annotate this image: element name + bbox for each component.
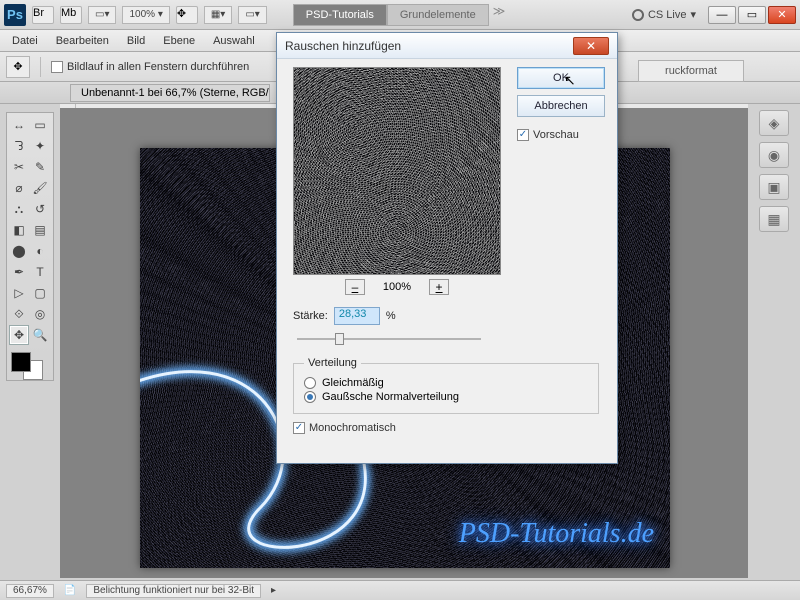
arrange-dropdown[interactable]: ▦▾ (204, 6, 232, 24)
workspace-tab-psdtutorials[interactable]: PSD-Tutorials (293, 4, 387, 26)
dodge-tool[interactable]: ◐ (30, 241, 50, 261)
blur-tool[interactable]: ⬤ (9, 241, 29, 261)
preview-label: Vorschau (533, 129, 579, 141)
add-noise-dialog: Rauschen hinzufügen ✕ OK ↖ Abbrechen Vor… (276, 32, 618, 464)
preview-zoom-value: 100% (383, 281, 411, 293)
slider-thumb[interactable] (335, 333, 344, 345)
history-brush-tool[interactable]: ↺ (30, 199, 50, 219)
foreground-color-swatch[interactable] (11, 352, 31, 372)
radio-gaussian[interactable]: Gaußsche Normalverteilung (304, 391, 588, 403)
menu-auswahl[interactable]: Auswahl (205, 33, 263, 49)
lasso-tool[interactable]: ᘊ (9, 136, 29, 156)
current-tool-icon[interactable]: ✥ (6, 56, 30, 78)
color-panel-icon[interactable]: ◉ (759, 142, 789, 168)
window-controls: — ▭ ✕ (708, 6, 796, 24)
radio-icon (304, 377, 316, 389)
radio-icon (304, 391, 316, 403)
scroll-all-label: Bildlauf in allen Fenstern durchführen (67, 61, 249, 73)
zoom-value: 100% (129, 9, 155, 20)
toolbox: ↔ ▭ ᘊ ✦ ✂ ✎ ⌀ 🖌 ⛬ ↺ ◧ ▤ ⬤ ◐ ✒ T ▷ ▢ ⟐ ◎ … (6, 112, 54, 381)
radio-uniform[interactable]: Gleichmäßig (304, 377, 588, 389)
checkbox-icon (293, 422, 305, 434)
color-swatches[interactable] (9, 350, 51, 378)
layers-panel-icon[interactable]: ◈ (759, 110, 789, 136)
pen-tool[interactable]: ✒ (9, 262, 29, 282)
workspace-tab-grundelemente[interactable]: Grundelemente (387, 4, 489, 26)
monochromatic-checkbox[interactable]: Monochromatisch (293, 422, 605, 434)
hand-tool-icon[interactable]: ✥ (176, 6, 198, 24)
zoom-dropdown[interactable]: 100% ▾ (122, 6, 169, 24)
stamp-tool[interactable]: ⛬ (9, 199, 29, 219)
ps-logo-icon: Ps (4, 4, 26, 26)
workspace-switcher: PSD-Tutorials Grundelemente ≫ (293, 4, 509, 26)
cs-live[interactable]: CS Live ▾ (632, 8, 696, 21)
distribution-legend: Verteilung (304, 357, 361, 369)
scroll-all-checkbox[interactable]: Bildlauf in allen Fenstern durchführen (51, 61, 249, 73)
distribution-group: Verteilung Gleichmäßig Gaußsche Normalve… (293, 357, 599, 414)
minibridge-icon[interactable]: Mb (60, 6, 82, 24)
3d-tool[interactable]: ⟐ (9, 304, 29, 324)
status-doc-icon: 📄 (64, 585, 76, 596)
maximize-button[interactable]: ▭ (738, 6, 766, 24)
shape-tool[interactable]: ▢ (30, 283, 50, 303)
brush-tool[interactable]: 🖌 (30, 178, 50, 198)
zoom-tool[interactable]: 🔍 (30, 325, 50, 345)
monochromatic-label: Monochromatisch (309, 422, 396, 434)
preview-thumbnail[interactable] (293, 67, 501, 275)
strength-input[interactable]: 28,33 (334, 307, 380, 325)
view-extras-dropdown[interactable]: ▭▾ (88, 6, 116, 24)
screenmode-dropdown[interactable]: ▭▾ (238, 6, 266, 24)
cs-live-label: CS Live (648, 9, 687, 21)
document-tab[interactable]: Unbenannt-1 bei 66,7% (Sterne, RGB/… (70, 84, 270, 102)
zoom-in-button[interactable]: + (429, 279, 449, 295)
marquee-tool[interactable]: ▭ (30, 115, 50, 135)
hand-tool[interactable]: ✥ (9, 325, 29, 345)
application-bar: Ps Br Mb ▭▾ 100% ▾ ✥ ▦▾ ▭▾ PSD-Tutorials… (0, 0, 800, 30)
close-button[interactable]: ✕ (768, 6, 796, 24)
slider-track (297, 338, 481, 340)
strength-unit: % (386, 310, 396, 322)
gradient-tool[interactable]: ▤ (30, 220, 50, 240)
dialog-titlebar[interactable]: Rauschen hinzufügen ✕ (277, 33, 617, 59)
status-bar: 66,67% 📄 Belichtung funktioniert nur bei… (0, 580, 800, 600)
bridge-icon[interactable]: Br (32, 6, 54, 24)
strength-slider[interactable] (297, 331, 481, 347)
ok-label: OK (553, 72, 569, 84)
panel-tab-druckformat[interactable]: ruckformat (638, 60, 744, 82)
watermark-text: PSD-Tutorials.de (459, 518, 654, 550)
crop-tool[interactable]: ✂ (9, 157, 29, 177)
status-message: Belichtung funktioniert nur bei 32-Bit (86, 584, 261, 598)
healing-tool[interactable]: ⌀ (9, 178, 29, 198)
radio-gaussian-label: Gaußsche Normalverteilung (322, 391, 459, 403)
adjustments-panel-icon[interactable]: ▣ (759, 174, 789, 200)
menu-datei[interactable]: Datei (4, 33, 46, 49)
radio-uniform-label: Gleichmäßig (322, 377, 384, 389)
workspace-more-icon[interactable]: ≫ (489, 4, 510, 26)
type-tool[interactable]: T (30, 262, 50, 282)
eyedropper-tool[interactable]: ✎ (30, 157, 50, 177)
dialog-title: Rauschen hinzufügen (285, 39, 401, 53)
menu-bearbeiten[interactable]: Bearbeiten (48, 33, 117, 49)
panel-dock: ◈ ◉ ▣ ▦ (752, 110, 796, 232)
eraser-tool[interactable]: ◧ (9, 220, 29, 240)
checkbox-icon (517, 129, 529, 141)
preview-checkbox[interactable]: Vorschau (517, 129, 605, 141)
magic-wand-tool[interactable]: ✦ (30, 136, 50, 156)
menu-ebene[interactable]: Ebene (155, 33, 203, 49)
status-zoom[interactable]: 66,67% (6, 584, 54, 598)
ok-button[interactable]: OK ↖ (517, 67, 605, 89)
move-tool[interactable]: ↔ (9, 115, 29, 135)
checkbox-icon (51, 61, 63, 73)
minimize-button[interactable]: — (708, 6, 736, 24)
3d-camera-tool[interactable]: ◎ (30, 304, 50, 324)
zoom-out-button[interactable]: – (345, 279, 365, 295)
path-select-tool[interactable]: ▷ (9, 283, 29, 303)
cs-live-icon (632, 9, 644, 21)
cancel-button[interactable]: Abbrechen (517, 95, 605, 117)
paths-panel-icon[interactable]: ▦ (759, 206, 789, 232)
status-more-icon[interactable]: ▸ (271, 585, 276, 596)
menu-bild[interactable]: Bild (119, 33, 153, 49)
dialog-close-button[interactable]: ✕ (573, 37, 609, 55)
strength-label: Stärke: (293, 310, 328, 322)
